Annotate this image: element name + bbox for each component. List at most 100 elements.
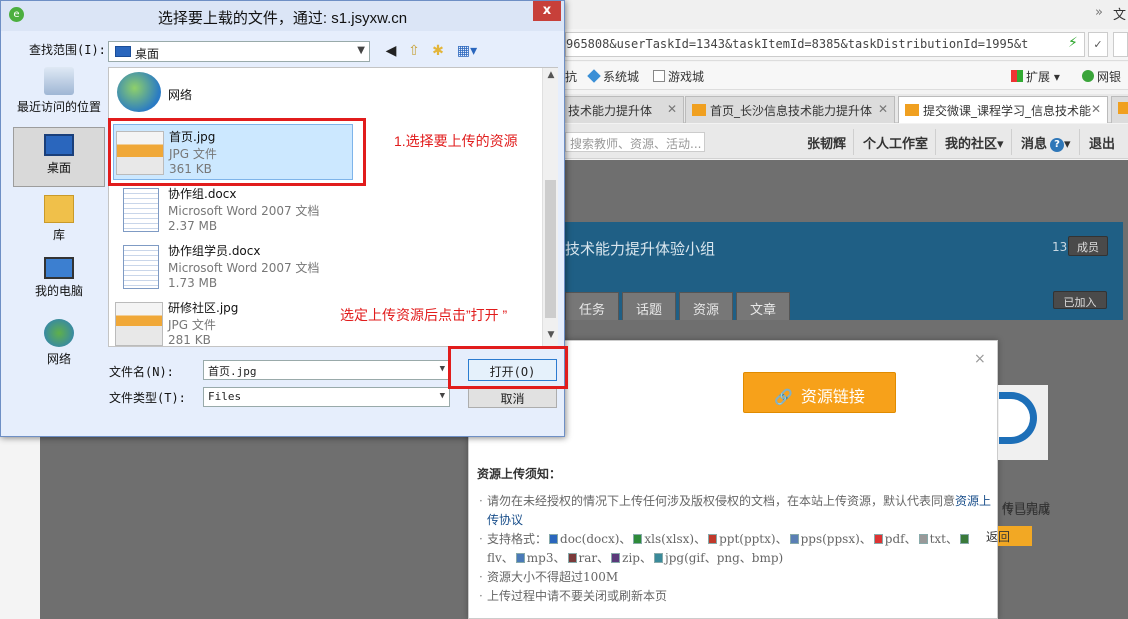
chevron-right-icon[interactable]: » xyxy=(1095,5,1103,20)
nav-workspace[interactable]: 个人工作室 xyxy=(863,133,928,152)
file-format-label: flv、 xyxy=(487,551,514,565)
address-dropdown[interactable]: ✓ xyxy=(1088,32,1108,57)
nav-divider xyxy=(853,129,854,155)
file-item-group-docx[interactable]: 协作组.docx Microsoft Word 2007 文档 2.37 MB xyxy=(113,182,353,238)
netbank-button[interactable]: 网银 xyxy=(1082,68,1121,85)
chevron-down-icon[interactable]: ▼ xyxy=(440,391,445,401)
place-computer[interactable]: 我的电脑 xyxy=(13,257,105,307)
place-recent[interactable]: 最近访问的位置 xyxy=(13,67,105,123)
file-size: 1.73 MB xyxy=(168,276,218,290)
network-globe-icon xyxy=(117,72,161,112)
bookmark-label: 游戏城 xyxy=(668,70,705,84)
close-icon[interactable]: ✕ xyxy=(1091,102,1101,116)
user-name[interactable]: 张韧辉 xyxy=(807,133,846,152)
bookmark-game-city[interactable]: 游戏城 xyxy=(653,68,704,85)
tab-more[interactable] xyxy=(1111,96,1128,123)
file-format-label: ppt(pptx)、 xyxy=(719,532,788,546)
file-format-label: txt、 xyxy=(929,532,959,546)
vertical-scrollbar[interactable]: ▲ ▼ xyxy=(542,68,558,346)
filetype-select[interactable]: Files ▼ xyxy=(203,387,450,407)
file-format-label: pdf、 xyxy=(884,532,917,546)
lightning-icon[interactable]: ⚡ xyxy=(1068,35,1078,51)
place-desktop[interactable]: 桌面 xyxy=(13,127,105,187)
browser-menu-text[interactable]: 文 xyxy=(1113,4,1126,23)
close-icon[interactable]: × xyxy=(974,351,986,367)
scroll-up-icon[interactable]: ▲ xyxy=(543,70,559,80)
annotation-step1: 1.选择要上传的资源 xyxy=(394,133,518,149)
group-name: 技术能力提升体验小组 xyxy=(565,240,716,258)
file-format-icon xyxy=(515,553,525,563)
view-menu-icon[interactable]: ▦▾ xyxy=(453,41,481,61)
scroll-thumb[interactable] xyxy=(545,180,556,318)
close-icon[interactable]: ✕ xyxy=(878,102,888,116)
lookin-dropdown[interactable]: 桌面 ▼ xyxy=(108,41,370,62)
bookmark-system-city[interactable]: 系统城 xyxy=(587,68,640,85)
chevron-down-icon[interactable]: ▼ xyxy=(440,364,445,374)
grid-icon xyxy=(1011,70,1023,82)
lookin-label: 查找范围(I): xyxy=(29,43,106,57)
nav-community-label: 我的社区 xyxy=(945,137,998,152)
tab-tasks[interactable]: 任务 xyxy=(565,292,619,320)
notice-item: 请勿在未经授权的情况下上传任何涉及版权侵权的文档，在本站上传资源，默认代表同意资… xyxy=(477,492,992,530)
annotation-step2: 选定上传资源后点击”打开 ” xyxy=(340,307,508,323)
notice-text: 请勿在未经授权的情况下上传任何涉及版权侵权的文档，在本站上传资源，默认代表同意 xyxy=(487,494,956,508)
back-icon[interactable]: ◀ xyxy=(381,41,401,61)
extensions-button[interactable]: 扩展 ▾ xyxy=(1011,68,1060,85)
file-type: JPG 文件 xyxy=(168,318,216,332)
tab-label: 首页_长沙信息技术能力提升体 xyxy=(710,104,873,118)
notice-title: 资源上传须知： xyxy=(477,467,562,481)
tab-submit-microlesson[interactable]: 提交微课_课程学习_信息技术能 ✕ xyxy=(898,96,1108,123)
bookmark-item[interactable]: 抗 xyxy=(565,68,577,85)
place-network[interactable]: 网络 xyxy=(13,319,105,369)
tab-label: 提交微课_课程学习_信息技术能 xyxy=(923,104,1092,118)
filetype-value: Files xyxy=(208,390,242,403)
up-folder-icon[interactable]: ⇧ xyxy=(404,41,424,61)
file-name: 网络 xyxy=(168,88,193,102)
tab-topics[interactable]: 话题 xyxy=(622,292,676,320)
diamond-icon xyxy=(587,69,601,83)
resource-link-button[interactable]: 🔗 资源链接 xyxy=(743,372,896,413)
nav-messages[interactable]: 消息? ▾ xyxy=(1021,133,1071,152)
link-icon: 🔗 xyxy=(774,388,793,406)
tab-group[interactable]: 技术能力提升体 ✕ xyxy=(561,96,684,123)
joined-button[interactable]: 已加入 xyxy=(1053,291,1107,309)
member-count: 13 xyxy=(1052,240,1068,254)
filename-input[interactable]: 首页.jpg ▼ xyxy=(203,360,450,380)
nav-logout[interactable]: 退出 xyxy=(1089,133,1115,152)
nav-community[interactable]: 我的社区▾ xyxy=(945,133,1004,152)
tab-articles[interactable]: 文章 xyxy=(736,292,790,320)
file-name: 协作组.docx xyxy=(168,187,237,201)
close-button[interactable]: x xyxy=(533,1,561,21)
file-item-community-jpg[interactable]: 研修社区.jpg JPG 文件 281 KB xyxy=(113,296,353,352)
return-button[interactable]: 返回 xyxy=(986,526,1032,546)
new-folder-icon[interactable]: ✱ xyxy=(428,41,448,61)
nav-messages-label: 消息 xyxy=(1021,137,1048,152)
notice-item: 上传过程中请不要关闭或刷新本页 xyxy=(477,587,992,606)
tab-resources[interactable]: 资源 xyxy=(679,292,733,320)
members-button[interactable]: 成员 xyxy=(1068,236,1108,256)
scroll-down-icon[interactable]: ▼ xyxy=(543,330,559,340)
help-icon: ? xyxy=(1050,138,1065,152)
annotation-box-file xyxy=(108,118,366,186)
file-size: 2.37 MB xyxy=(168,219,218,233)
place-library[interactable]: 库 xyxy=(13,195,105,245)
site-search-input[interactable]: 搜索教师、资源、活动... xyxy=(565,132,705,152)
close-icon[interactable]: ✕ xyxy=(667,102,677,116)
place-label: 我的电脑 xyxy=(34,284,83,298)
file-format-label: pps(ppsx)、 xyxy=(800,532,872,546)
netbank-label: 网银 xyxy=(1097,70,1122,84)
bookmark-label: 系统城 xyxy=(603,70,640,84)
file-name: 协作组学员.docx xyxy=(168,244,261,258)
cancel-button[interactable]: 取消 xyxy=(468,386,557,408)
tab-home[interactable]: 首页_长沙信息技术能力提升体 ✕ xyxy=(685,96,895,123)
file-format-icon xyxy=(567,553,577,563)
file-format-label: mp3、 xyxy=(526,551,566,565)
file-format-icon xyxy=(789,534,799,544)
list-item-network[interactable]: 网络 xyxy=(113,68,353,120)
address-bar[interactable]: 965808&userTaskId=1343&taskItemId=8385&t… xyxy=(565,32,1085,57)
address-side-button[interactable] xyxy=(1113,32,1128,57)
file-item-group-members-docx[interactable]: 协作组学员.docx Microsoft Word 2007 文档 1.73 M… xyxy=(113,239,353,295)
place-label: 库 xyxy=(52,228,65,242)
file-format-label: doc(docx)、 xyxy=(560,532,632,546)
places-bar: 最近访问的位置 桌面 库 我的电脑 网络 xyxy=(13,67,105,373)
